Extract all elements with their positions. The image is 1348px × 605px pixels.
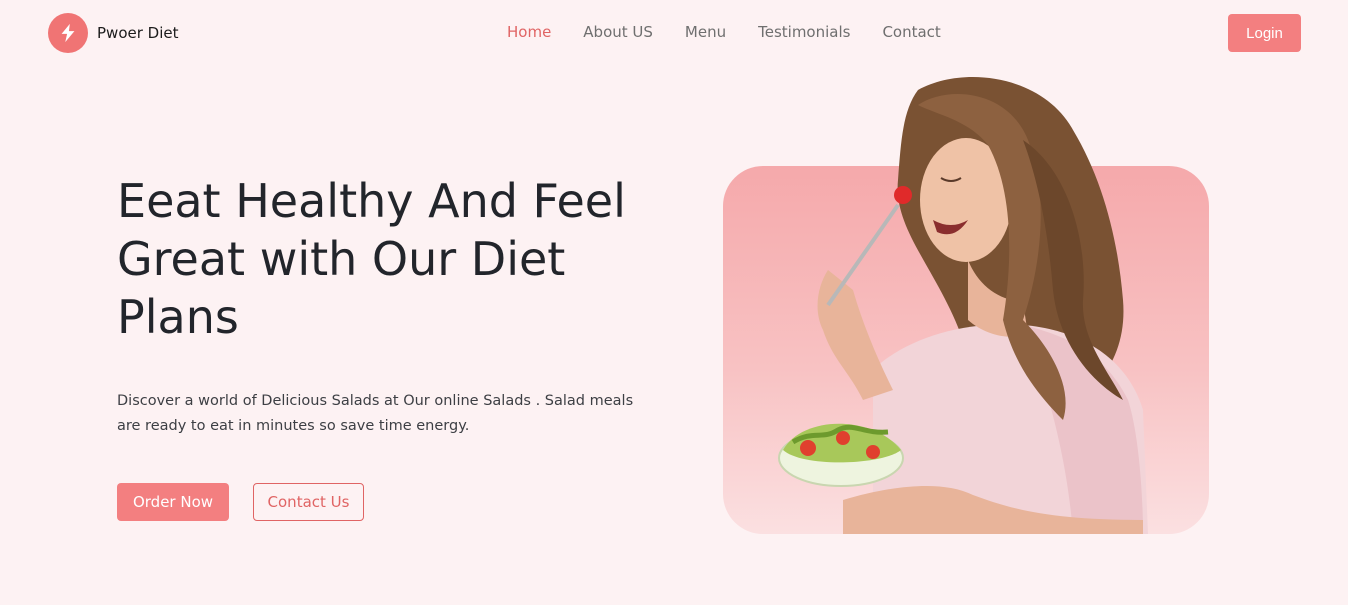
order-now-button[interactable]: Order Now [117,483,229,521]
hero-description: Discover a world of Delicious Salads at … [117,393,634,434]
login-button[interactable]: Login [1228,14,1301,52]
contact-us-button[interactable]: Contact Us [253,483,364,521]
brand-logo[interactable]: Pwoer Diet [48,13,178,53]
nav-item-home[interactable]: Home [507,23,551,41]
main-nav: Home About US Menu Testimonials Contact [507,23,941,41]
hero-title: Eeat Healthy And Feel Great with Our Die… [117,174,626,344]
woman-eating-salad-image [778,77,1148,534]
nav-item-about[interactable]: About US [583,23,653,41]
nav-item-contact[interactable]: Contact [882,23,940,41]
nav-item-testimonials[interactable]: Testimonials [758,23,850,41]
brand-name: Pwoer Diet [97,24,179,42]
nav-item-menu[interactable]: Menu [685,23,726,41]
lightning-bolt-icon [48,13,88,53]
